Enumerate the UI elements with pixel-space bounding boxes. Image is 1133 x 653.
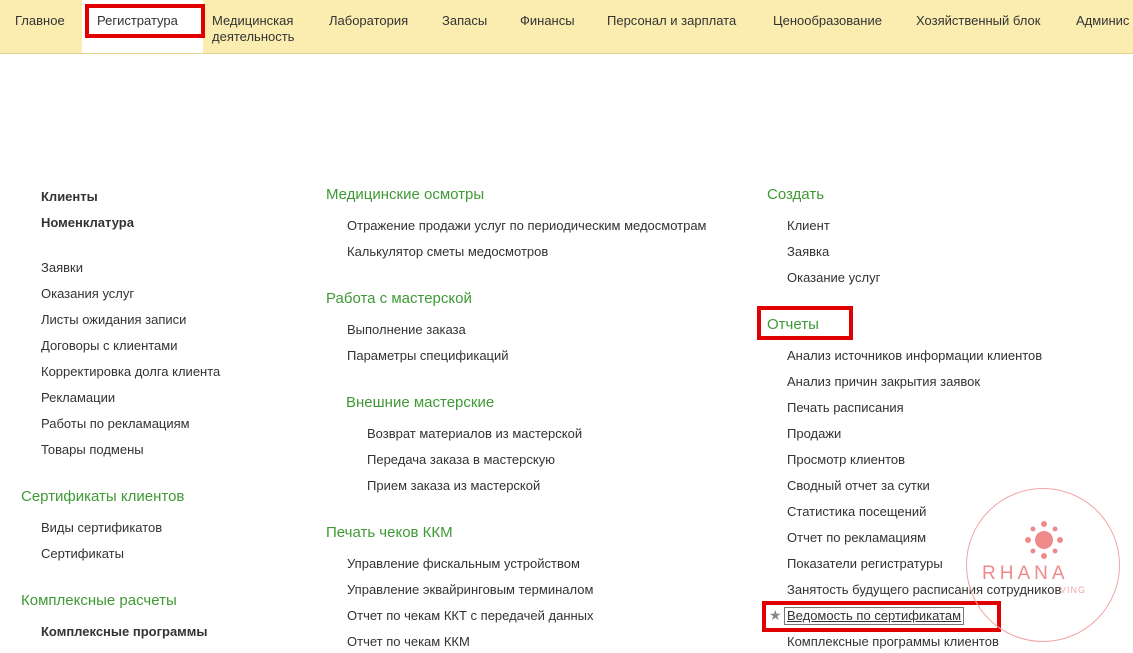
tab-laboratory[interactable]: Лаборатория [329, 0, 408, 53]
link-client-contracts[interactable]: Договоры с клиентами [41, 338, 177, 354]
link-kkt-receipts-report[interactable]: Отчет по чекам ККТ с передачей данных [347, 608, 594, 624]
link-complaint-works[interactable]: Работы по рекламациям [41, 416, 190, 432]
link-periodic-exam-sales[interactable]: Отражение продажи услуг по периодическим… [347, 218, 707, 234]
link-report-daily-summary[interactable]: Сводный отчет за сутки [787, 478, 930, 494]
link-certificates[interactable]: Сертификаты [41, 546, 124, 562]
link-fiscal-device[interactable]: Управление фискальным устройством [347, 556, 580, 572]
link-requests[interactable]: Заявки [41, 260, 83, 276]
tab-main[interactable]: Главное [15, 0, 65, 53]
link-complaints[interactable]: Рекламации [41, 390, 115, 406]
link-receive-order[interactable]: Прием заказа из мастерской [367, 478, 540, 494]
group-client-certificates: Сертификаты клиентов [21, 488, 185, 505]
link-report-view-clients[interactable]: Просмотр клиентов [787, 452, 905, 468]
group-kkm-receipts: Печать чеков ККМ [326, 524, 453, 541]
tab-household[interactable]: Хозяйственный блок [916, 0, 1040, 53]
link-order-execution[interactable]: Выполнение заказа [347, 322, 466, 338]
link-report-certificates-statement[interactable]: Ведомость по сертификатам [784, 607, 965, 625]
link-report-registry-kpis[interactable]: Показатели регистратуры [787, 556, 943, 572]
group-reports: Отчеты [767, 316, 819, 333]
link-certificate-types[interactable]: Виды сертификатов [41, 520, 162, 536]
link-clients[interactable]: Клиенты [41, 189, 98, 205]
star-icon[interactable]: ★ [769, 607, 782, 623]
link-report-schedule-print[interactable]: Печать расписания [787, 400, 904, 416]
group-medical-exams: Медицинские осмотры [326, 186, 485, 203]
watermark-subtext: VING [1060, 585, 1087, 595]
link-report-sales[interactable]: Продажи [787, 426, 841, 442]
link-report-visit-stats[interactable]: Статистика посещений [787, 504, 926, 520]
link-create-client[interactable]: Клиент [787, 218, 830, 234]
tab-finance[interactable]: Финансы [520, 0, 575, 53]
tab-admin[interactable]: Админис [1076, 0, 1129, 53]
link-create-request[interactable]: Заявка [787, 244, 829, 260]
rhana-logo-icon [1025, 521, 1063, 559]
link-report-closing-reasons[interactable]: Анализ причин закрытия заявок [787, 374, 980, 390]
link-report-complaints[interactable]: Отчет по рекламациям [787, 530, 926, 546]
link-waiting-lists[interactable]: Листы ожидания записи [41, 312, 186, 328]
link-service-provisions[interactable]: Оказания услуг [41, 286, 134, 302]
watermark-text: RHANA [982, 563, 1069, 584]
link-report-client-complex-programs[interactable]: Комплексные программы клиентов [787, 634, 999, 650]
link-complex-programs[interactable]: Комплексные программы [41, 624, 208, 640]
link-exam-cost-calculator[interactable]: Калькулятор сметы медосмотров [347, 244, 548, 260]
tab-inventory[interactable]: Запасы [442, 0, 487, 53]
link-debt-adjustment[interactable]: Корректировка долга клиента [41, 364, 220, 380]
link-create-service[interactable]: Оказание услуг [787, 270, 880, 286]
link-replacement-goods[interactable]: Товары подмены [41, 442, 144, 458]
link-transfer-order[interactable]: Передача заказа в мастерскую [367, 452, 555, 468]
tab-staff-salary[interactable]: Персонал и зарплата [607, 0, 736, 53]
group-create: Создать [767, 186, 825, 203]
group-workshop: Работа с мастерской [326, 290, 472, 307]
tab-pricing[interactable]: Ценообразование [773, 0, 882, 53]
tab-medical-activity[interactable]: Медицинская деятельность [212, 0, 312, 53]
link-spec-parameters[interactable]: Параметры спецификаций [347, 348, 509, 364]
link-nomenclature[interactable]: Номенклатура [41, 215, 134, 231]
group-complex-settlements: Комплексные расчеты [21, 592, 177, 609]
tab-registry[interactable]: Регистратура [82, 0, 203, 53]
link-report-info-sources[interactable]: Анализ источников информации клиентов [787, 348, 1042, 364]
main-menu-bar: Главное Регистратура Медицинская деятель… [0, 0, 1133, 54]
link-kkm-receipts-report[interactable]: Отчет по чекам ККМ [347, 634, 470, 650]
link-return-materials[interactable]: Возврат материалов из мастерской [367, 426, 582, 442]
link-acquiring-terminal[interactable]: Управление эквайринговым терминалом [347, 582, 593, 598]
group-external-workshops: Внешние мастерские [346, 394, 495, 411]
